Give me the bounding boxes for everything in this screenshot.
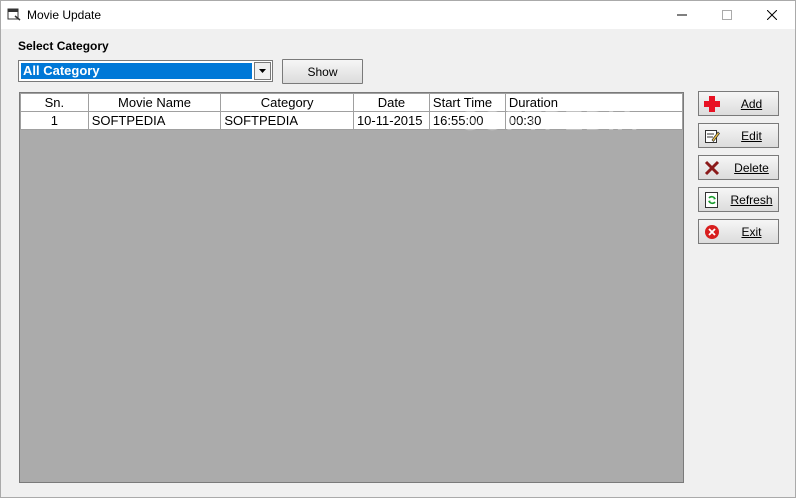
column-header-sn[interactable]: Sn.	[20, 93, 89, 112]
maximize-icon	[721, 10, 732, 20]
cell-movie-name: SOFTPEDIA	[87, 111, 222, 130]
movie-table: Sn. Movie Name Category Date Start Time …	[20, 93, 683, 130]
cell-category: SOFTPEDIA	[220, 111, 354, 130]
column-header-date[interactable]: Date	[352, 93, 430, 112]
cell-duration: 00:30	[504, 111, 683, 130]
table-header-row: Sn. Movie Name Category Date Start Time …	[20, 93, 683, 112]
plus-icon	[704, 96, 720, 112]
cell-date: 10-11-2015	[352, 111, 430, 130]
minimize-button[interactable]	[659, 1, 704, 29]
window-title: Movie Update	[27, 8, 102, 22]
refresh-icon	[705, 192, 718, 208]
maximize-button[interactable]	[704, 1, 749, 29]
select-category-label: Select Category	[18, 39, 109, 53]
column-header-category[interactable]: Category	[220, 93, 354, 112]
exit-button[interactable]: Exit	[698, 219, 779, 244]
show-button[interactable]: Show	[282, 59, 363, 84]
column-header-start-time[interactable]: Start Time	[428, 93, 506, 112]
cell-sn: 1	[20, 111, 89, 130]
column-header-movie-name[interactable]: Movie Name	[87, 93, 222, 112]
movie-update-window: Movie Update Select Category All Categor…	[0, 0, 796, 498]
title-bar[interactable]: Movie Update	[1, 1, 795, 29]
category-dropdown[interactable]: All Category	[18, 60, 273, 82]
edit-button-label: Edit	[741, 129, 762, 143]
refresh-button-label: Refresh	[730, 193, 773, 207]
movie-grid[interactable]: Sn. Movie Name Category Date Start Time …	[19, 92, 684, 483]
delete-x-icon	[704, 160, 720, 176]
category-dropdown-value: All Category	[21, 63, 252, 79]
app-icon	[7, 8, 21, 21]
exit-button-label: Exit	[741, 225, 762, 239]
edit-note-icon	[705, 130, 720, 143]
cell-start-time: 16:55:00	[428, 111, 506, 130]
close-icon	[766, 10, 777, 20]
add-button-label: Add	[740, 97, 763, 111]
table-row[interactable]: 1 SOFTPEDIA SOFTPEDIA 10-11-2015 16:55:0…	[20, 111, 683, 130]
exit-circle-icon	[705, 225, 719, 239]
add-button[interactable]: Add	[698, 91, 779, 116]
delete-button-label: Delete	[734, 161, 769, 175]
edit-button[interactable]: Edit	[698, 123, 779, 148]
chevron-down-icon	[259, 69, 266, 73]
delete-button[interactable]: Delete	[698, 155, 779, 180]
column-header-duration[interactable]: Duration	[504, 93, 683, 112]
dropdown-arrow-button[interactable]	[254, 62, 271, 80]
refresh-button[interactable]: Refresh	[698, 187, 779, 212]
close-button[interactable]	[749, 1, 794, 29]
minimize-icon	[676, 14, 687, 16]
